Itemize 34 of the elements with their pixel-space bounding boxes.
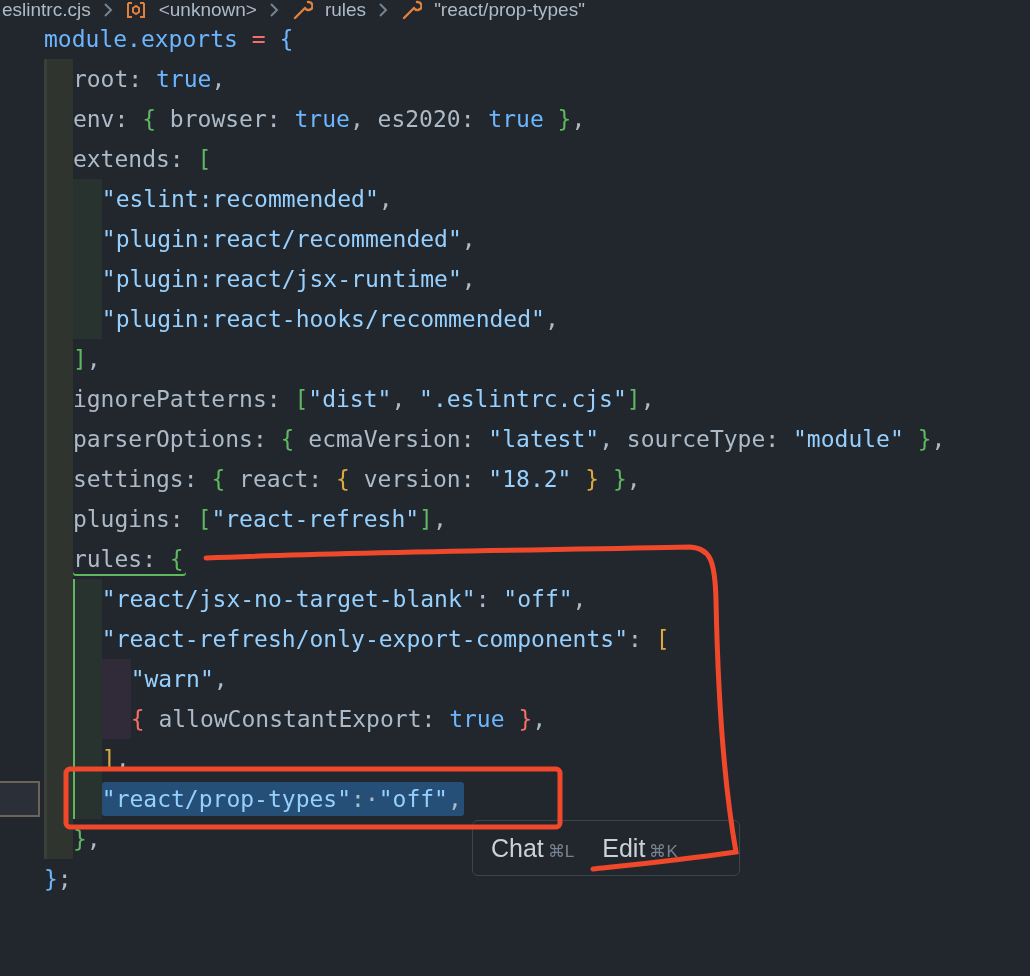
code-line: "react-refresh/only-export-components": [ (101, 625, 671, 654)
code-line: plugins: ["react-refresh"], (72, 505, 448, 534)
code-line: module.exports = { (44, 25, 295, 54)
action-button[interactable]: Chat ⌘L (491, 833, 575, 863)
chevron-icon (378, 2, 389, 18)
indent-guide (72, 779, 102, 819)
code-line: "react/jsx-no-target-blank": "off", (101, 585, 588, 614)
code-line: "eslint:recommended", (101, 185, 394, 214)
code-line: "plugin:react-hooks/recommended", (101, 305, 560, 334)
indent-guide (72, 579, 102, 619)
code-line: env: { browser: true, es2020: true }, (72, 105, 587, 134)
breadcrumb-item[interactable]: "react/prop-types" (434, 0, 585, 21)
code-line: root: true, (72, 65, 227, 94)
code-line: settings: { react: { version: "18.2" } }, (72, 465, 642, 494)
code-line: { allowConstantExport: true }, (130, 705, 548, 734)
code-line: }; (44, 865, 73, 894)
code-line: rules: { (72, 542, 186, 576)
code-line: ignorePatterns: ["dist", ".eslintrc.cjs"], (72, 385, 656, 414)
code-line: "plugin:react/jsx-runtime", (101, 265, 477, 294)
code-line: "plugin:react/recommended", (101, 225, 477, 254)
breadcrumb-item[interactable]: <unknown> (158, 0, 257, 21)
code-line: ], (72, 345, 102, 374)
code-line: "warn", (130, 665, 229, 694)
chevron-icon (102, 2, 113, 18)
action-button[interactable]: Edit ⌘K (602, 833, 678, 863)
code-line: parserOptions: { ecmaVersion: "latest", sourceType: "module" }, (72, 425, 947, 454)
code-line: }, (72, 825, 102, 854)
indent-guide (44, 59, 73, 99)
breadcrumb-item[interactable]: rules (324, 0, 367, 21)
cube-icon (124, 0, 147, 21)
breadcrumb-item[interactable]: eslintrc.cjs (2, 0, 91, 21)
indent-guide (44, 819, 73, 859)
chevron-icon (268, 2, 279, 18)
code-line: extends: [ (72, 145, 213, 174)
